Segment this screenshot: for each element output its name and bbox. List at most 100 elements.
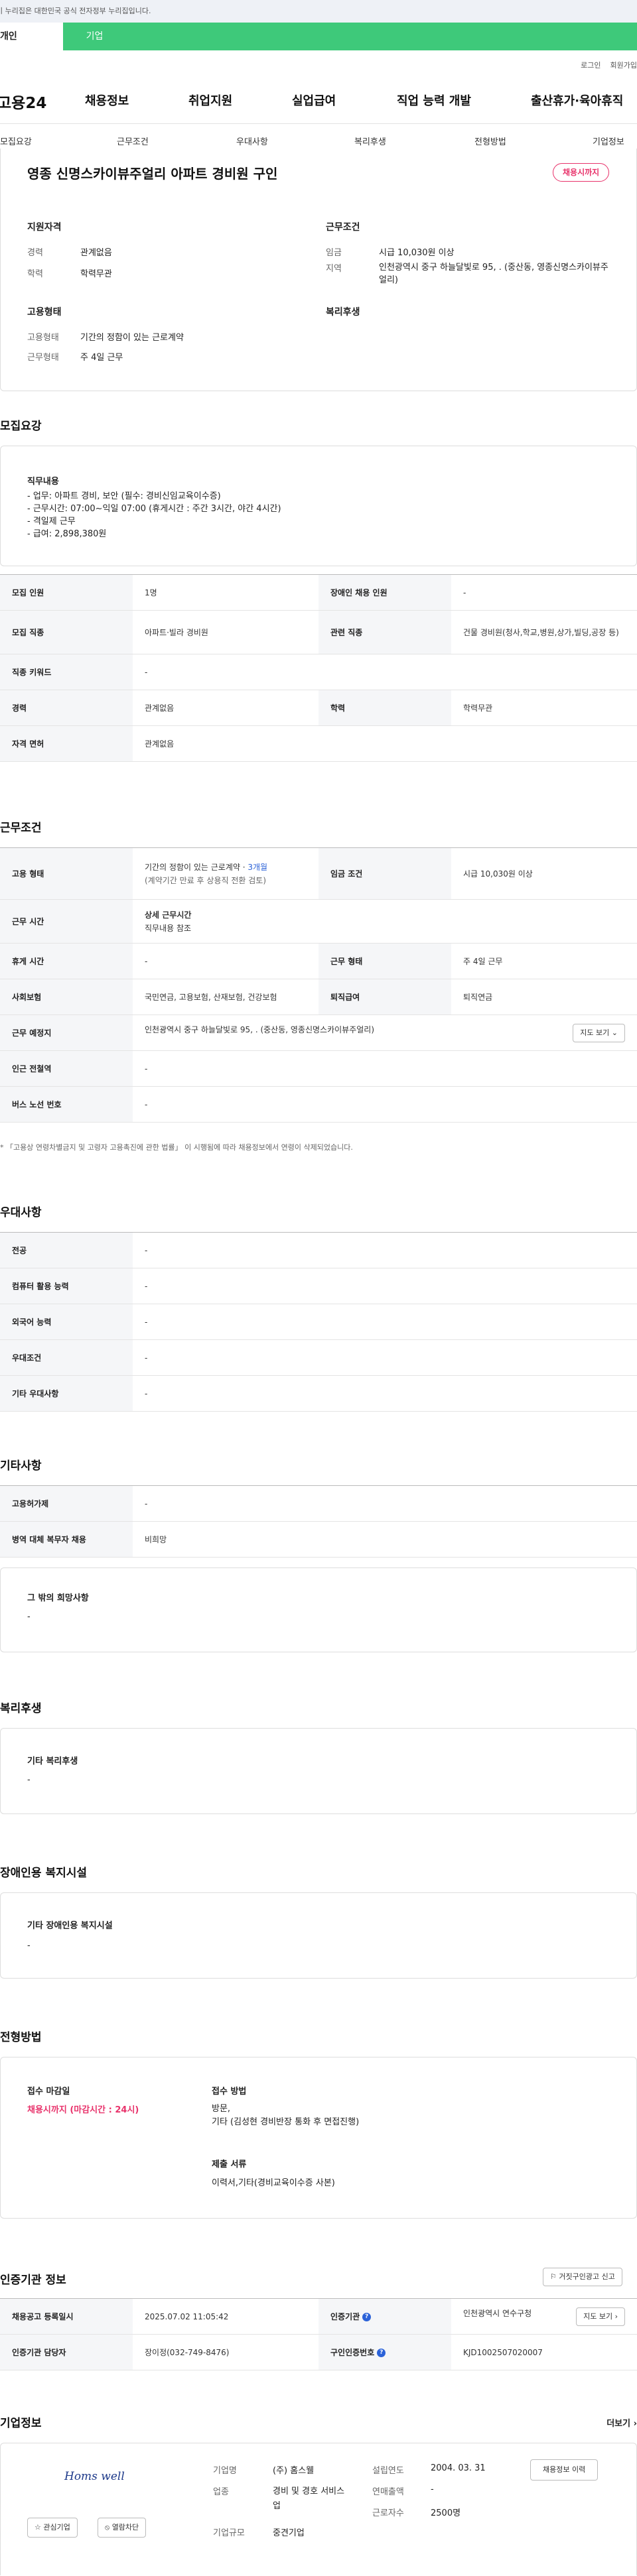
- report-icon: ⚐: [550, 2272, 557, 2281]
- duty-lines: - 업무: 아파트 경비, 보안 (필수: 경비신임교육이수증) - 근무시간:…: [27, 490, 281, 540]
- snb-pref[interactable]: 우대사항: [236, 135, 268, 147]
- place-value: 인천광역시 중구 하늘달빛로 95, . (중산동, 영종신명스카이뷰주얼리): [145, 1024, 375, 1034]
- row-label: 퇴직급여: [318, 979, 451, 1015]
- duty-line: - 근무시간: 07:00~익일 07:00 (휴게시간 : 주간 3시간, 야…: [27, 504, 281, 514]
- row-value: 학력무관: [451, 690, 637, 726]
- snb-recruit[interactable]: 모집요강: [0, 135, 32, 147]
- more-label: 더보기: [606, 2419, 631, 2429]
- row-value: 상세 근무시간 직무내용 참조: [133, 899, 637, 944]
- size-label: 기업규모: [213, 2528, 245, 2538]
- snb-company[interactable]: 기업정보: [593, 135, 624, 147]
- row-label: 외국어 능력: [0, 1304, 133, 1340]
- job-summary: 영종 신명스카이뷰주얼리 아파트 경비원 구인 채용시까지 지원자격 경력 관계…: [0, 149, 637, 391]
- info-icon[interactable]: ?: [377, 2349, 386, 2357]
- section-welfare: 복리후생: [0, 1702, 42, 1715]
- contract-length: 3개월: [248, 862, 268, 872]
- row-label: 장애인 채용 인원: [318, 574, 451, 611]
- row-label: 인증기관 담당자: [0, 2334, 133, 2370]
- recruit-table: 모집 인원 1명 장애인 채용 인원 - 모집 직종 아파트·빌라 경비원 관련 직종 건물…: [0, 574, 637, 762]
- nav-leave[interactable]: 출산휴가·육아휴직: [531, 92, 623, 109]
- rev-label: 연매출액: [372, 2487, 404, 2497]
- row-label: 임금 조건: [318, 847, 451, 900]
- row-label: 버스 노선 번호: [0, 1086, 133, 1123]
- global-nav: 채용정보 취업지원 실업급여 직업 능력 개발 출산휴가·육아휴직: [0, 92, 637, 111]
- chevron-right-icon: ›: [633, 2419, 637, 2429]
- age-note: * 「고용상 연령차별금지 및 고령자 고용촉진에 관한 법률」 이 시행됨에 …: [0, 1143, 353, 1152]
- row-value: 2025.07.02 11:05:42: [133, 2298, 318, 2335]
- etc-table: 고용허가제 - 병역 대체 복무자 채용 비희망: [0, 1485, 637, 1558]
- method-line: 방문,: [212, 2104, 231, 2114]
- row-value: 주 4일 근무: [451, 943, 637, 979]
- row-label: 병역 대체 복무자 채용: [0, 1521, 133, 1558]
- duty-line: - 급여: 2,898,380원: [27, 529, 107, 539]
- row-label: 인근 전철역: [0, 1050, 133, 1087]
- more-link[interactable]: 더보기 ›: [606, 2416, 637, 2429]
- qual-head: 지원자격: [27, 222, 62, 233]
- row-label: 근무 예정지: [0, 1014, 133, 1051]
- gov-banner: 이 누리집은 대한민국 공식 전자정부 누리집입니다.: [0, 0, 637, 23]
- contract-note: (계약기간 만료 후 상용직 전환 검토): [145, 875, 266, 885]
- region-value: 인천광역시 중구 하늘달빛로 95, . (중산동, 영종신명스카이뷰주얼리): [379, 263, 608, 285]
- type-value: 기간의 정함이 있는 근로계약: [80, 333, 184, 343]
- section-recruit: 모집요강: [0, 420, 42, 433]
- row-value: 비희망: [133, 1521, 637, 1558]
- row-label: 모집 직종: [0, 610, 133, 654]
- snb-work[interactable]: 근무조건: [117, 135, 149, 147]
- emp-label: 근로자수: [372, 2508, 404, 2518]
- row-value: -: [133, 1304, 637, 1340]
- row-value: -: [133, 943, 318, 979]
- report-button[interactable]: ⚐ 거짓구인광고 신고: [543, 2268, 622, 2286]
- etc-box-head: 그 밖의 희망사항: [27, 1593, 89, 1603]
- row-value: -: [133, 1232, 637, 1268]
- emp-value: 2500명: [431, 2508, 461, 2518]
- row-value: -: [451, 574, 637, 611]
- block-icon: ⦸: [105, 2523, 110, 2532]
- login-link[interactable]: 로그인: [581, 61, 601, 70]
- method-line: 기타 (김성현 경비반장 통화 후 면접진행): [212, 2117, 360, 2127]
- signup-link[interactable]: 회원가입: [610, 61, 637, 70]
- row-value: 아파트·빌라 경비원: [133, 610, 318, 654]
- nav-jobs[interactable]: 채용정보: [85, 92, 129, 109]
- row-value: -: [133, 1268, 637, 1304]
- cert-map-button[interactable]: 지도 보기 ›: [576, 2307, 625, 2326]
- nav-support[interactable]: 취업지원: [188, 92, 232, 109]
- snb-welfare[interactable]: 복리후생: [354, 135, 386, 147]
- company-box: Homs well ☆ 관심기업 ⦸ 열람차단 기업명 (주) 홈스웰 업종 경…: [0, 2443, 637, 2575]
- edu-label: 학력: [27, 269, 43, 279]
- row-label: 직종 키워드: [0, 654, 133, 690]
- nav-training[interactable]: 직업 능력 개발: [397, 92, 471, 109]
- tab-company[interactable]: 기업: [63, 23, 126, 50]
- history-button[interactable]: 채용정보 이력: [530, 2459, 599, 2481]
- section-work: 근무조건: [0, 822, 42, 835]
- row-label: 인증기관?: [318, 2298, 451, 2335]
- disabled-box: 기타 장애인용 복지시설 -: [0, 1892, 637, 1979]
- wage-label: 임금: [326, 248, 342, 258]
- map-button[interactable]: 지도 보기 ⌄: [573, 1023, 625, 1042]
- deadline-value: 채용시까지 (마감시간 : 24시): [27, 2105, 139, 2115]
- snb-select[interactable]: 전형방법: [474, 135, 506, 147]
- row-value: -: [133, 1375, 637, 1412]
- info-icon[interactable]: ?: [362, 2313, 372, 2321]
- days-value: 주 4일 근무: [80, 353, 123, 363]
- welfare-box-value: -: [27, 1775, 31, 1785]
- pref-table: 전공 - 컴퓨터 활용 능력 - 외국어 능력 - 우대조건 - 기타 우대사항 -: [0, 1232, 637, 1412]
- row-label: 고용허가제: [0, 1485, 133, 1522]
- region-label: 지역: [326, 264, 342, 274]
- name-value: (주) 홈스웰: [273, 2466, 315, 2476]
- section-cert: 인증기관 정보: [0, 2274, 66, 2287]
- method-value: 방문, 기타 (김성현 경비반장 통화 후 면접진행): [212, 2103, 359, 2129]
- row-label: 채용공고 등록일시: [0, 2298, 133, 2335]
- nav-unemployment[interactable]: 실업급여: [292, 92, 336, 109]
- block-button[interactable]: ⦸ 열람차단: [98, 2518, 147, 2538]
- etc-box-value: -: [27, 1612, 31, 1622]
- contract-text: 기간의 정함이 있는 근로계약 ·: [145, 862, 248, 872]
- exp-value: 관계없음: [80, 248, 112, 258]
- no-label: 구인인증번호: [330, 2348, 375, 2357]
- name-label: 기업명: [213, 2466, 237, 2476]
- row-label: 휴게 시간: [0, 943, 133, 979]
- org-value: 인천광역시 연수구청: [463, 2308, 532, 2318]
- tab-personal[interactable]: 개인: [0, 23, 63, 50]
- disabled-box-head: 기타 장애인용 복지시설: [27, 1921, 113, 1931]
- fav-button[interactable]: ☆ 관심기업: [27, 2518, 78, 2538]
- ind-value: 경비 및 경호 서비스업: [273, 2486, 345, 2511]
